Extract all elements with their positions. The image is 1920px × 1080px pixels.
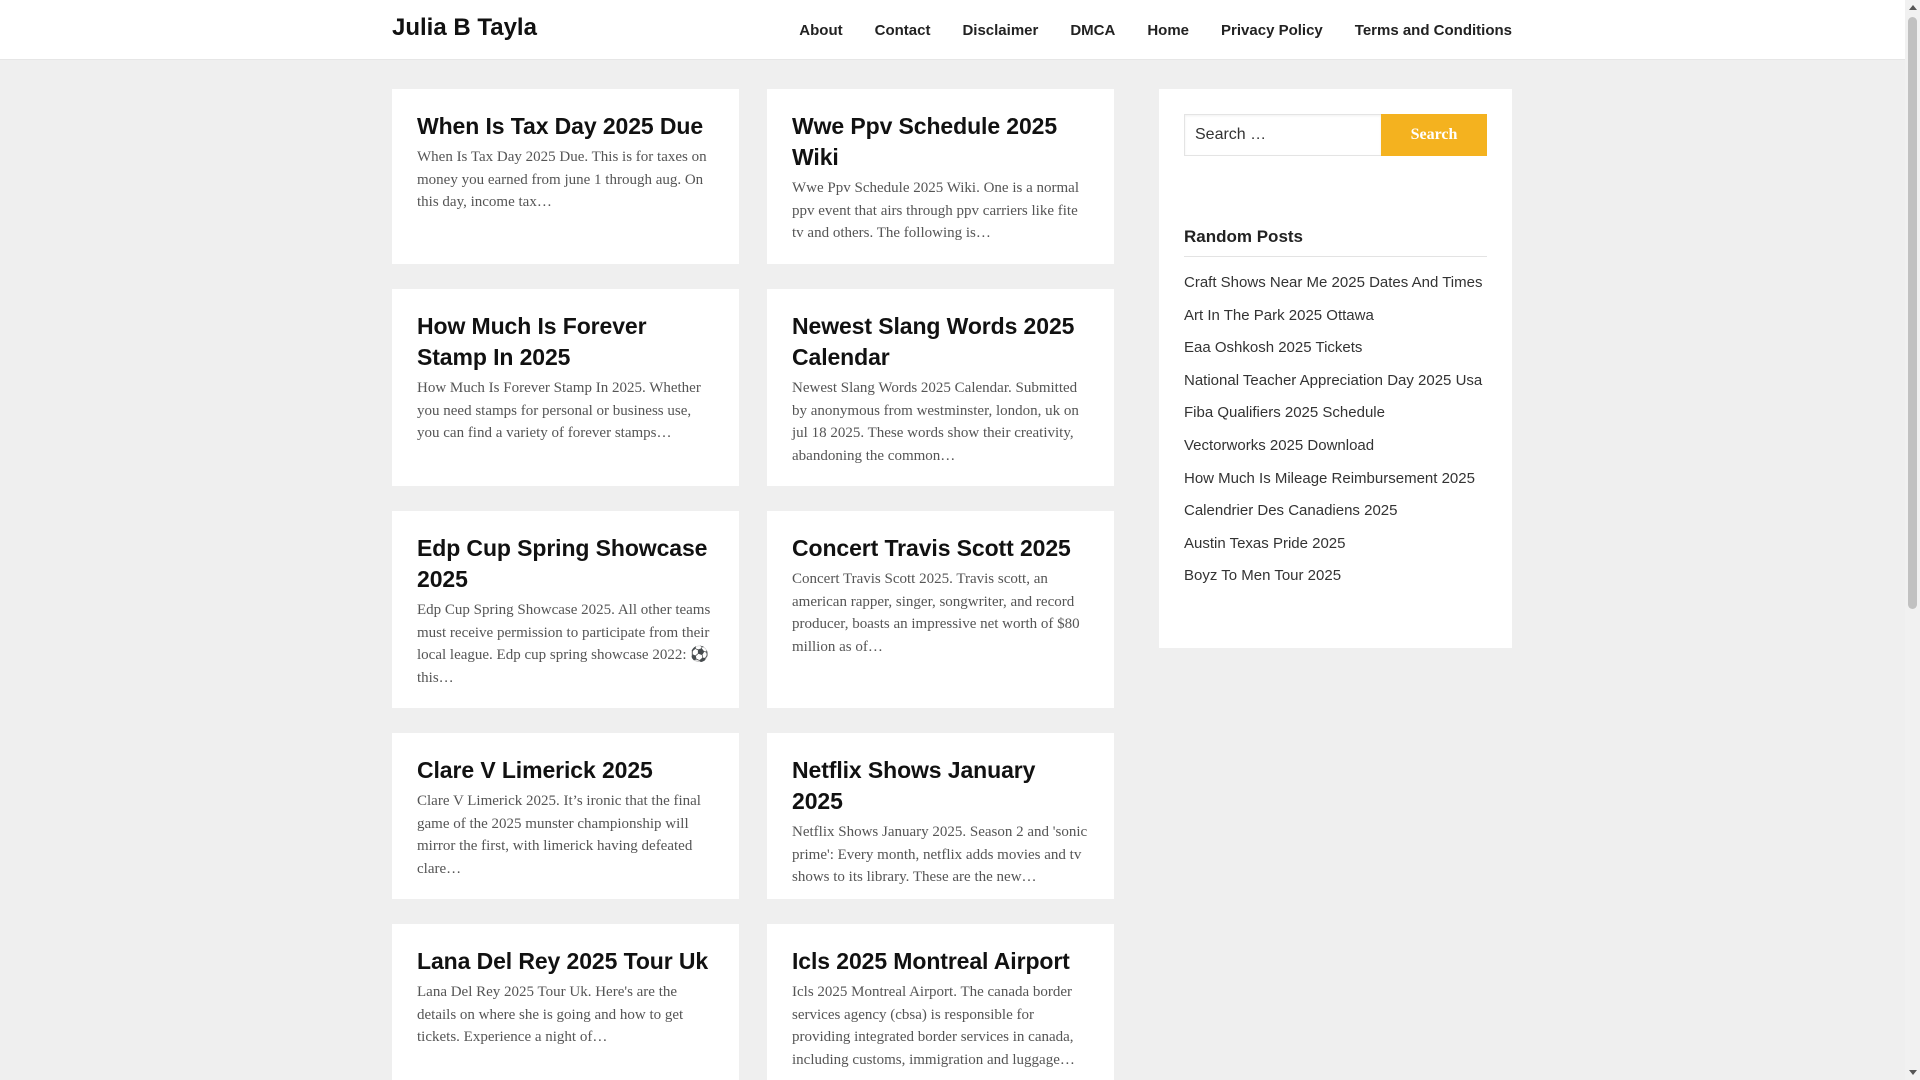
random-post-link[interactable]: Eaa Oshkosh 2025 Tickets: [1184, 332, 1487, 365]
post-excerpt: Edp Cup Spring Showcase 2025. All other …: [417, 602, 711, 686]
random-post-link[interactable]: Calendrier Des Canadiens 2025: [1184, 495, 1487, 528]
post-title[interactable]: Icls 2025 Montreal Airport: [792, 946, 1089, 977]
scrollbar-thumb[interactable]: [1908, 17, 1917, 609]
nav-about[interactable]: About: [799, 22, 842, 39]
random-posts-title: Random Posts: [1184, 227, 1487, 257]
post-title[interactable]: Clare V Limerick 2025: [417, 755, 714, 786]
scroll-up-arrow-icon[interactable]: [1905, 0, 1920, 15]
post-title[interactable]: Newest Slang Words 2025 Calendar: [792, 311, 1089, 373]
post-excerpt: Wwe Ppv Schedule 2025 Wiki. One is a nor…: [792, 180, 1079, 241]
random-post-link[interactable]: Boyz To Men Tour 2025: [1184, 560, 1487, 593]
post-excerpt: Clare V Limerick 2025. It’s ironic that …: [417, 793, 701, 877]
post-title[interactable]: Edp Cup Spring Showcase 2025: [417, 533, 714, 595]
site-header: Julia B Tayla About Contact Disclaimer D…: [0, 0, 1905, 60]
post-card: How Much Is Forever Stamp In 2025 How Mu…: [392, 289, 739, 486]
post-card: Clare V Limerick 2025 Clare V Limerick 2…: [392, 733, 739, 899]
random-post-link[interactable]: Art In The Park 2025 Ottawa: [1184, 300, 1487, 333]
main-nav: About Contact Disclaimer DMCA Home Priva…: [799, 0, 1512, 60]
search-button[interactable]: Search: [1381, 114, 1487, 156]
sidebar: Search Random Posts Craft Shows Near Me …: [1159, 89, 1512, 648]
random-post-link[interactable]: Austin Texas Pride 2025: [1184, 528, 1487, 561]
post-card: Concert Travis Scott 2025 Concert Travis…: [767, 511, 1114, 708]
nav-dmca[interactable]: DMCA: [1070, 22, 1115, 39]
page-scrollbar[interactable]: [1905, 0, 1920, 1080]
post-title[interactable]: Wwe Ppv Schedule 2025 Wiki: [792, 111, 1089, 173]
site-title[interactable]: Julia B Tayla: [392, 14, 537, 42]
post-excerpt: Icls 2025 Montreal Airport. The canada b…: [792, 984, 1075, 1068]
nav-privacy-policy[interactable]: Privacy Policy: [1221, 22, 1323, 39]
random-post-link[interactable]: How Much Is Mileage Reimbursement 2025: [1184, 463, 1487, 496]
nav-contact[interactable]: Contact: [875, 22, 931, 39]
post-excerpt: Concert Travis Scott 2025. Travis scott,…: [792, 571, 1080, 655]
post-card: Edp Cup Spring Showcase 2025 Edp Cup Spr…: [392, 511, 739, 708]
nav-terms-and-conditions[interactable]: Terms and Conditions: [1355, 22, 1512, 39]
post-title[interactable]: How Much Is Forever Stamp In 2025: [417, 311, 714, 373]
post-excerpt: When Is Tax Day 2025 Due. This is for ta…: [417, 149, 707, 210]
random-post-link[interactable]: Craft Shows Near Me 2025 Dates And Times: [1184, 267, 1487, 300]
random-posts-list: Craft Shows Near Me 2025 Dates And Times…: [1184, 267, 1487, 593]
post-title[interactable]: Lana Del Rey 2025 Tour Uk: [417, 946, 714, 977]
search-input[interactable]: [1184, 114, 1381, 156]
post-card: Icls 2025 Montreal Airport Icls 2025 Mon…: [767, 924, 1114, 1080]
post-card: Netflix Shows January 2025 Netflix Shows…: [767, 733, 1114, 899]
scroll-down-arrow-icon[interactable]: [1905, 1065, 1920, 1080]
post-title[interactable]: Concert Travis Scott 2025: [792, 533, 1089, 564]
post-excerpt: Lana Del Rey 2025 Tour Uk. Here's are th…: [417, 984, 684, 1045]
post-card: When Is Tax Day 2025 Due When Is Tax Day…: [392, 89, 739, 264]
post-card: Lana Del Rey 2025 Tour Uk Lana Del Rey 2…: [392, 924, 739, 1080]
post-excerpt: How Much Is Forever Stamp In 2025. Wheth…: [417, 380, 701, 441]
post-title[interactable]: When Is Tax Day 2025 Due: [417, 111, 714, 142]
random-post-link[interactable]: National Teacher Appreciation Day 2025 U…: [1184, 365, 1487, 398]
post-title[interactable]: Netflix Shows January 2025: [792, 755, 1089, 817]
post-card: Wwe Ppv Schedule 2025 Wiki Wwe Ppv Sched…: [767, 89, 1114, 264]
post-excerpt: Netflix Shows January 2025. Season 2 and…: [792, 824, 1088, 885]
post-card: Newest Slang Words 2025 Calendar Newest …: [767, 289, 1114, 486]
post-excerpt: Newest Slang Words 2025 Calendar. Submit…: [792, 380, 1079, 464]
random-post-link[interactable]: Fiba Qualifiers 2025 Schedule: [1184, 397, 1487, 430]
random-post-link[interactable]: Vectorworks 2025 Download: [1184, 430, 1487, 463]
search-form: Search: [1184, 114, 1487, 156]
nav-disclaimer[interactable]: Disclaimer: [962, 22, 1038, 39]
nav-home[interactable]: Home: [1147, 22, 1189, 39]
